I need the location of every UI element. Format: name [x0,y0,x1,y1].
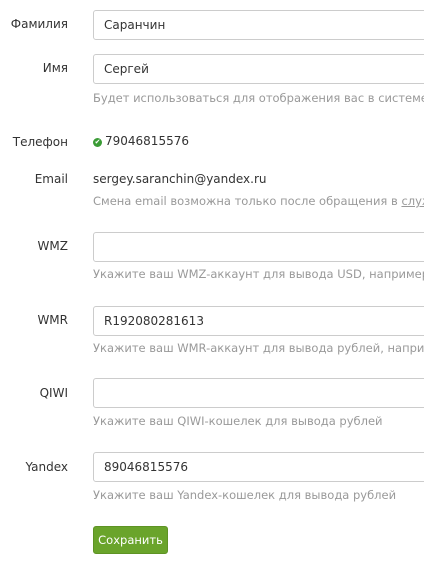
email-value: sergey.saranchin@yandex.ru [93,172,267,186]
first-name-label: Имя [42,61,68,75]
first-name-hint: Будет использоваться для отображения вас… [93,91,424,105]
check-circle-icon: ✔ [93,138,102,147]
save-button[interactable]: Сохранить [93,526,168,554]
wmz-input[interactable] [93,232,424,262]
email-hint: Смена email возможна только после обраще… [93,194,424,208]
yandex-input[interactable]: 89046815576 [93,452,424,482]
qiwi-hint: Укажите ваш QIWI-кошелек для вывода рубл… [93,414,383,428]
last-name-label: Фамилия [10,17,68,31]
last-name-input[interactable]: Саранчин [93,10,424,40]
phone-value-row: ✔ 79046815576 [93,134,189,148]
wmz-label: WMZ [37,239,68,253]
first-name-input[interactable]: Сергей [93,54,424,84]
phone-value: 79046815576 [105,134,189,148]
qiwi-input[interactable] [93,378,424,408]
wmr-label: WMR [37,313,68,327]
email-label: Email [34,172,68,186]
support-link[interactable]: служ [401,194,424,208]
wmr-hint: Укажите ваш WMR-аккаунт для вывода рубле… [93,341,424,355]
yandex-hint: Укажите ваш Yandex-кошелек для вывода ру… [93,488,397,502]
email-hint-text: Смена email возможна только после обраще… [93,194,402,208]
yandex-label: Yandex [25,460,68,474]
qiwi-label: QIWI [39,386,68,400]
wmr-input[interactable]: R192080281613 [93,306,424,336]
phone-label: Телефон [12,135,68,149]
wmz-hint: Укажите ваш WMZ-аккаунт для вывода USD, … [93,267,424,281]
